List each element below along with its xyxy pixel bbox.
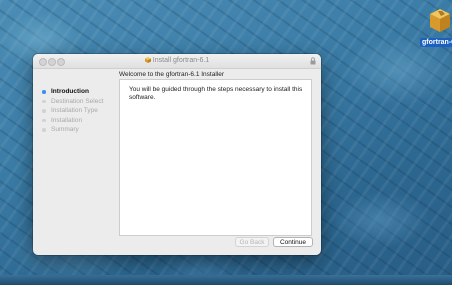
step-list: Introduction Destination Select Installa… [41, 87, 103, 135]
window-title-text: Install gfortran-6.1 [152, 57, 210, 64]
step-label: Introduction [51, 88, 89, 95]
step-indicator [42, 109, 46, 113]
step-indicator [42, 118, 46, 122]
continue-button[interactable]: Continue [273, 237, 313, 247]
titlebar[interactable]: Install gfortran-6.1 [33, 54, 321, 69]
desktop-icon-gfortran[interactable]: gfortran-6. [420, 6, 452, 54]
step-label: Installation [51, 116, 83, 124]
content-pane: You will be guided through the steps nec… [119, 79, 312, 236]
step-installation-type: Installation Type [41, 106, 103, 116]
step-destination-select: Destination Select [41, 97, 103, 107]
dock [0, 275, 452, 285]
window-title: Install gfortran-6.1 [33, 54, 321, 68]
intro-text: You will be guided through the steps nec… [129, 86, 303, 101]
step-installation: Installation [41, 116, 103, 126]
step-indicator [42, 99, 46, 103]
step-indicator [42, 90, 46, 94]
step-introduction: Introduction [41, 87, 103, 97]
package-icon [430, 9, 450, 32]
installer-window: Install gfortran-6.1 Welcome to the gfor… [33, 54, 321, 255]
lock-icon[interactable] [310, 57, 316, 65]
installer-heading: Welcome to the gfortran-6.1 Installer [119, 71, 225, 78]
go-back-button[interactable]: Go Back [235, 237, 269, 247]
step-label: Destination Select [51, 97, 104, 105]
step-label: Installation Type [51, 107, 98, 114]
desktop-icon-label: gfortran-6. [420, 38, 452, 47]
step-summary: Summary [41, 125, 103, 135]
package-icon [144, 57, 151, 63]
step-indicator [42, 128, 46, 132]
step-label: Summary [51, 126, 79, 133]
